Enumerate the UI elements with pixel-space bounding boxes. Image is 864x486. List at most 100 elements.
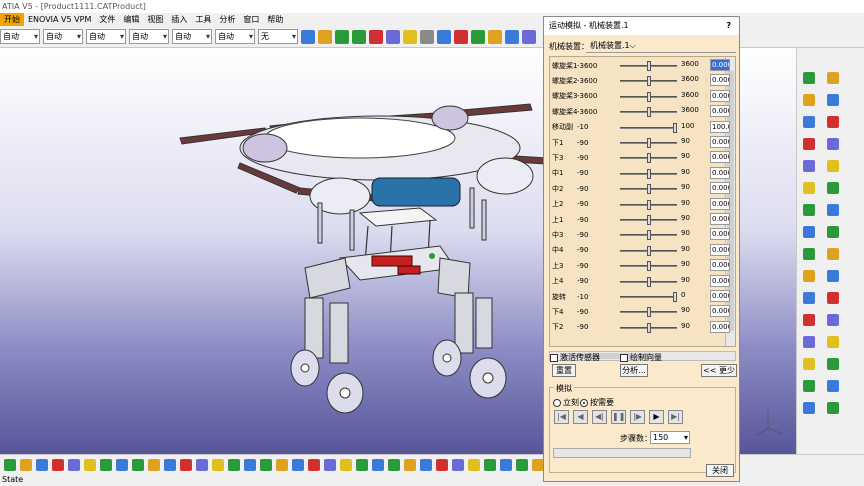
- standard-tool-icon[interactable]: [324, 458, 336, 471]
- workbench-tool-icon[interactable]: [803, 182, 815, 194]
- command-value-field[interactable]: 0.000: [710, 213, 730, 225]
- close-button[interactable]: 关闭: [706, 464, 734, 477]
- workbench-tool-icon[interactable]: [803, 292, 815, 304]
- standard-tool-icon[interactable]: [164, 458, 176, 471]
- standard-tool-icon[interactable]: [52, 458, 64, 471]
- standard-tool-icon[interactable]: [420, 458, 432, 471]
- workbench-tool-icon[interactable]: [827, 292, 839, 304]
- workbench-tool-icon[interactable]: [803, 226, 815, 238]
- dialog-title-bar[interactable]: 运动模拟 - 机械装置.1 ?: [544, 17, 739, 35]
- workbench-tool-icon[interactable]: [827, 226, 839, 238]
- simulation-slider[interactable]: [553, 448, 691, 458]
- standard-tool-icon[interactable]: [500, 458, 512, 471]
- workbench-tool-icon[interactable]: [803, 248, 815, 260]
- toolbar-tool-icon[interactable]: [522, 29, 536, 44]
- workbench-tool-icon[interactable]: [827, 336, 839, 348]
- standard-tool-icon[interactable]: [404, 458, 416, 471]
- workbench-tool-icon[interactable]: [827, 204, 839, 216]
- command-slider-thumb[interactable]: [646, 245, 651, 256]
- command-slider-thumb[interactable]: [646, 107, 651, 118]
- command-slider-thumb[interactable]: [646, 215, 651, 225]
- standard-tool-icon[interactable]: [260, 458, 272, 471]
- workbench-tool-icon[interactable]: [827, 182, 839, 194]
- workbench-tool-icon[interactable]: [827, 248, 839, 260]
- command-slider[interactable]: [620, 76, 677, 87]
- standard-tool-icon[interactable]: [212, 458, 224, 471]
- workbench-tool-icon[interactable]: [803, 358, 815, 370]
- step-count-select[interactable]: 150: [650, 431, 690, 444]
- command-slider[interactable]: [620, 107, 677, 118]
- activate-sensors-option[interactable]: 激活传感器: [550, 352, 600, 363]
- command-slider[interactable]: [620, 261, 677, 272]
- workbench-tool-icon[interactable]: [827, 72, 839, 84]
- plot-vectors-option[interactable]: 绘制向量: [620, 352, 662, 363]
- property-combo[interactable]: 自动: [215, 29, 255, 44]
- command-slider-thumb[interactable]: [646, 61, 651, 71]
- command-value-field[interactable]: 0.000: [710, 74, 730, 87]
- workbench-tool-icon[interactable]: [803, 72, 815, 84]
- command-slider[interactable]: [620, 91, 677, 102]
- less-button[interactable]: << 更少: [701, 364, 737, 377]
- toolbar-tool-icon[interactable]: [437, 29, 451, 44]
- standard-tool-icon[interactable]: [68, 458, 80, 471]
- command-slider[interactable]: [620, 230, 677, 241]
- property-combo[interactable]: 自动: [0, 29, 40, 44]
- property-combo[interactable]: 自动: [43, 29, 83, 44]
- jump-to-start-icon[interactable]: |◀: [554, 410, 569, 424]
- standard-tool-icon[interactable]: [292, 458, 304, 471]
- command-slider-thumb[interactable]: [673, 292, 677, 302]
- standard-tool-icon[interactable]: [116, 458, 128, 471]
- standard-tool-icon[interactable]: [388, 458, 400, 471]
- command-slider-thumb[interactable]: [646, 138, 651, 148]
- command-slider[interactable]: [620, 138, 677, 148]
- menu-item[interactable]: 工具: [191, 13, 215, 26]
- toolbar-tool-icon[interactable]: [301, 29, 315, 44]
- toolbar-tool-icon[interactable]: [335, 29, 349, 44]
- menu-item[interactable]: 窗口: [239, 13, 263, 26]
- command-value-field[interactable]: 0.000: [710, 182, 730, 195]
- standard-tool-icon[interactable]: [132, 458, 144, 471]
- command-slider-thumb[interactable]: [646, 199, 651, 210]
- command-value-field[interactable]: 0.000: [710, 305, 730, 318]
- standard-tool-icon[interactable]: [308, 458, 320, 471]
- workbench-tool-icon[interactable]: [803, 402, 815, 414]
- menu-item[interactable]: 开始: [0, 13, 24, 26]
- toolbar-tool-icon[interactable]: [420, 29, 434, 44]
- toolbar-tool-icon[interactable]: [403, 29, 417, 44]
- play-backward-icon[interactable]: ◀|: [592, 410, 607, 424]
- standard-tool-icon[interactable]: [100, 458, 112, 471]
- standard-tool-icon[interactable]: [516, 458, 528, 471]
- workbench-tool-icon[interactable]: [827, 380, 839, 392]
- toolbar-tool-icon[interactable]: [454, 29, 468, 44]
- on-request-option[interactable]: 按需要: [580, 397, 614, 408]
- command-slider[interactable]: [620, 292, 677, 302]
- workbench-tool-icon[interactable]: [827, 314, 839, 326]
- standard-tool-icon[interactable]: [228, 458, 240, 471]
- property-combo[interactable]: 自动: [86, 29, 126, 44]
- standard-tool-icon[interactable]: [180, 458, 192, 471]
- toolbar-tool-icon[interactable]: [471, 29, 485, 44]
- workbench-tool-icon[interactable]: [803, 204, 815, 216]
- workbench-tool-icon[interactable]: [827, 270, 839, 282]
- standard-tool-icon[interactable]: [196, 458, 208, 471]
- command-value-field[interactable]: 0.000: [710, 151, 730, 164]
- standard-tool-icon[interactable]: [148, 458, 160, 471]
- command-slider-thumb[interactable]: [646, 230, 651, 241]
- help-icon[interactable]: ?: [726, 17, 731, 35]
- immediate-option[interactable]: 立刻: [553, 397, 579, 408]
- command-slider[interactable]: [620, 61, 677, 71]
- command-slider[interactable]: [620, 168, 677, 179]
- property-combo[interactable]: 无: [258, 29, 298, 44]
- command-slider-thumb[interactable]: [646, 307, 651, 318]
- toolbar-tool-icon[interactable]: [318, 29, 332, 44]
- command-slider-thumb[interactable]: [646, 184, 651, 195]
- command-value-field[interactable]: 0.000: [710, 243, 730, 256]
- command-value-field[interactable]: 0.000: [710, 105, 730, 118]
- standard-tool-icon[interactable]: [20, 458, 32, 471]
- property-combo[interactable]: 自动: [129, 29, 169, 44]
- menu-item[interactable]: 分析: [215, 13, 239, 26]
- workbench-tool-icon[interactable]: [827, 358, 839, 370]
- standard-tool-icon[interactable]: [436, 458, 448, 471]
- command-slider[interactable]: [620, 215, 677, 225]
- immediate-radio[interactable]: [553, 398, 561, 407]
